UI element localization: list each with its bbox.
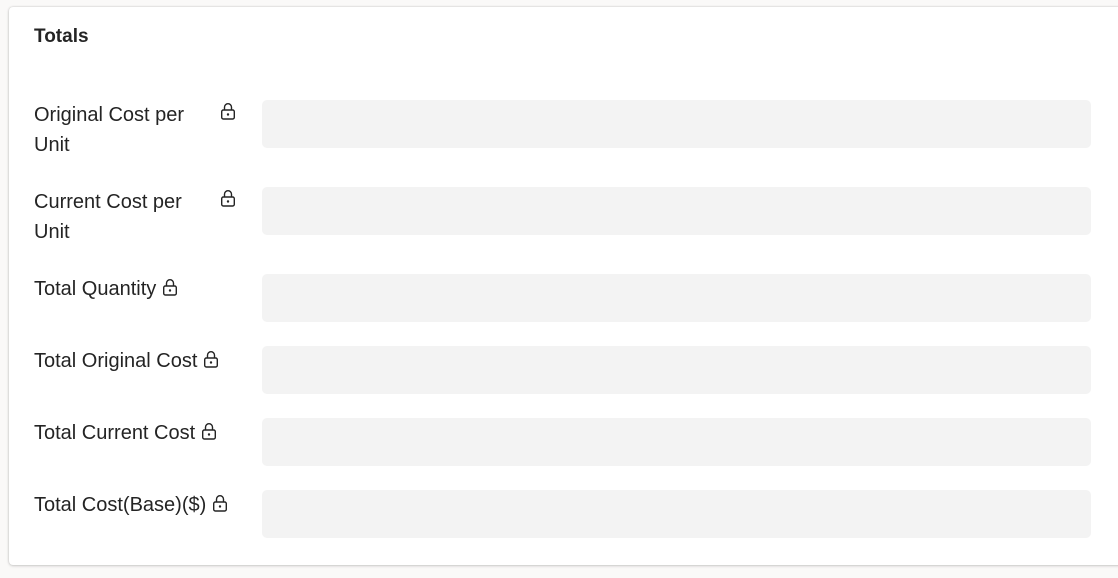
field-label-group: Current Cost per Unit: [34, 187, 244, 247]
field-label-group: Total Current Cost: [34, 418, 244, 448]
field-label-group: Original Cost per Unit: [34, 100, 244, 160]
total-current-cost-field[interactable]: [262, 418, 1091, 466]
field-label-total-original-cost: Total Original Cost: [34, 350, 198, 372]
lock-icon: [162, 278, 178, 296]
lock-icon: [220, 189, 236, 207]
field-label-group: Total Original Cost: [34, 346, 244, 376]
section-title: Totals: [34, 26, 89, 47]
lock-icon: [201, 422, 217, 440]
field-label-total-quantity: Total Quantity: [34, 278, 157, 300]
total-cost-base-field[interactable]: [262, 490, 1091, 538]
current-cost-per-unit-field[interactable]: [262, 187, 1091, 235]
field-label-total-current-cost: Total Current Cost: [34, 422, 196, 444]
field-label-group: Total Cost(Base)($): [34, 490, 244, 520]
total-quantity-field[interactable]: [262, 274, 1091, 322]
lock-icon: [220, 102, 236, 120]
field-label-total-cost-base: Total Cost(Base)($): [34, 494, 207, 516]
field-label-current-cost-per-unit: Current Cost per Unit: [34, 191, 182, 243]
lock-icon: [212, 494, 228, 512]
totals-section-card: Totals Original Cost per Unit Current Co…: [9, 7, 1118, 565]
field-label-original-cost-per-unit: Original Cost per Unit: [34, 104, 185, 156]
lock-icon: [203, 350, 219, 368]
original-cost-per-unit-field[interactable]: [262, 100, 1091, 148]
field-label-group: Total Quantity: [34, 274, 244, 304]
total-original-cost-field[interactable]: [262, 346, 1091, 394]
